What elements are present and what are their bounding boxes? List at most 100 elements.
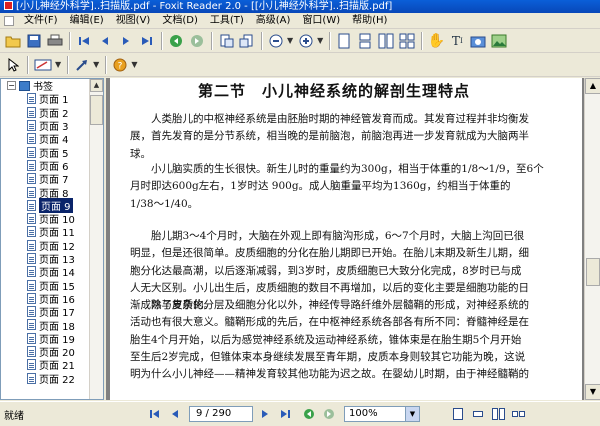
bookmark-item[interactable]: 页面 11 [1,225,89,239]
bookmark-item[interactable]: 页面 20 [1,345,89,359]
document-menu-icon[interactable] [2,14,16,28]
text-line: 胎儿期3～4个月时，大脑在外观上即有脑沟形成，6～7个月时，大脑上沟回已很 [151,230,525,242]
rotate-left-icon[interactable] [216,31,236,51]
save-disk-icon[interactable] [24,31,44,51]
bookmark-item[interactable]: 页面 15 [1,278,89,293]
menu-window[interactable]: 窗口(W) [296,13,346,29]
first-page-icon[interactable] [74,31,94,51]
secondary-toolbar: ▼ ▼ ? ▼ [0,53,600,77]
page-icon [27,332,36,344]
single-page-view-icon[interactable] [334,31,354,51]
page-icon [27,106,36,118]
menu-help[interactable]: 帮助(H) [346,13,393,29]
text-line: 小儿脑实质的生长很快。新生儿时的重量约为300g，相当于体重的1/8～1/9，至… [151,163,544,175]
zoom-value: 100% [349,408,378,419]
bookmark-item[interactable]: 页面 21 [1,358,89,372]
chevron-down-icon[interactable]: ▼ [317,36,323,45]
print-icon[interactable] [45,31,65,51]
page-icon [27,266,36,278]
scroll-up-icon[interactable]: ▲ [90,79,103,92]
go-forward-icon[interactable] [320,405,338,423]
zoom-in-icon[interactable] [296,31,316,51]
menu-edit[interactable]: 编辑(E) [64,13,110,29]
chevron-down-icon[interactable]: ▼ [405,407,419,421]
bookmarks-scrollbar[interactable]: ▲ [89,79,103,399]
bookmark-root[interactable]: − 书签 [1,79,89,93]
toolbar-separator [161,31,163,50]
window-title: [小儿神经外科学]..扫描版.pdf - Foxit Reader 2.0 - … [16,1,393,12]
toolbar-separator [67,55,70,74]
continuous-view-icon[interactable] [355,31,375,51]
bookmark-item[interactable]: 页面 13 [1,252,89,266]
chevron-down-icon[interactable]: ▼ [287,36,293,45]
go-back-icon[interactable] [300,405,318,423]
select-arrow-icon[interactable] [3,55,23,75]
collapse-icon[interactable]: − [7,81,16,91]
zoom-select[interactable]: 100% ▼ [344,406,420,422]
bookmark-item[interactable]: 页面 10 [1,212,89,226]
previous-page-icon[interactable] [166,405,184,423]
go-back-icon[interactable] [166,31,186,51]
facing-view-icon[interactable] [488,405,508,423]
last-page-icon[interactable] [137,31,157,51]
bookmark-item-selected[interactable]: 页面 9 [1,197,89,213]
toolbar-separator [27,55,29,74]
bookmark-item[interactable]: 页面 3 [1,119,89,133]
help-icon[interactable]: ? [110,55,130,75]
chevron-down-icon[interactable]: ▼ [55,60,61,69]
bookmark-item[interactable]: 页面 2 [1,106,89,120]
continuous-view-icon[interactable] [468,405,488,423]
menu-file[interactable]: 文件(F) [18,13,64,29]
hand-tool-icon[interactable]: ✋ [426,31,446,51]
bookmark-item[interactable]: 页面 17 [1,305,89,319]
previous-page-icon[interactable] [95,31,115,51]
scroll-down-icon[interactable]: ▼ [585,384,600,400]
arrow-tool-icon[interactable] [72,55,92,75]
continuous-facing-view-icon[interactable] [508,405,528,423]
next-page-icon[interactable] [256,405,274,423]
scrollbar-thumb[interactable] [586,258,600,286]
bookmark-item[interactable]: 页面 14 [1,265,89,279]
bookmark-item[interactable]: 页面 4 [1,132,89,146]
paragraph: 小儿脑实质的生长很快。新生儿时的重量约为300g，相当于体重的1/8～1/9，至… [130,161,578,213]
zoom-out-icon[interactable] [266,31,286,51]
bookmark-item[interactable]: 页面 6 [1,159,89,173]
text-box-icon[interactable] [32,55,54,75]
page-icon [27,279,36,291]
menu-tools[interactable]: 工具(T) [204,13,250,29]
last-page-icon[interactable] [276,405,294,423]
bookmark-item[interactable]: 页面 8 [1,185,89,200]
bookmark-item[interactable]: 页面 5 [1,145,89,160]
single-page-view-icon[interactable] [448,405,468,423]
text-select-tool-icon[interactable]: TI [447,31,467,51]
page-number-input[interactable]: 9 / 290 [189,406,253,422]
menu-document[interactable]: 文档(D) [156,13,204,29]
bookmark-item[interactable]: 页面 1 [1,92,89,106]
go-forward-icon[interactable] [187,31,207,51]
snapshot-tool-icon[interactable] [468,31,488,51]
bookmark-item[interactable]: 页面 22 [1,372,89,386]
continuous-facing-view-icon[interactable] [397,31,417,51]
facing-view-icon[interactable] [376,31,396,51]
menu-advanced[interactable]: 高级(A) [250,13,297,29]
document-scrollbar[interactable]: ▲ ▼ [584,78,600,400]
menu-bar: 文件(F) 编辑(E) 视图(V) 文档(D) 工具(T) 高级(A) 窗口(W… [0,13,600,29]
bookmark-item[interactable]: 页面 16 [1,292,89,306]
menu-view[interactable]: 视图(V) [110,13,157,29]
bookmark-item[interactable]: 页面 18 [1,318,89,333]
first-page-icon[interactable] [146,405,164,423]
chevron-down-icon[interactable]: ▼ [93,60,99,69]
next-page-icon[interactable] [116,31,136,51]
scrollbar-thumb[interactable] [90,95,103,125]
image-tool-icon[interactable] [489,31,509,51]
bookmark-item[interactable]: 页面 19 [1,332,89,346]
page-icon [27,253,36,264]
rotate-right-icon[interactable] [237,31,257,51]
scroll-up-icon[interactable]: ▲ [585,78,600,94]
open-folder-icon[interactable] [3,31,23,51]
paragraph: 除了皮质的分层及细胞分化以外，神经传导路纤维外层髓鞘的形成，对神经系统的 活动也… [130,297,578,383]
main-toolbar: ▼ ▼ ✋ TI [0,29,600,53]
bookmark-item[interactable]: 页面 7 [1,172,89,186]
chevron-down-icon[interactable]: ▼ [131,60,137,69]
bookmark-item[interactable]: 页面 12 [1,239,89,253]
